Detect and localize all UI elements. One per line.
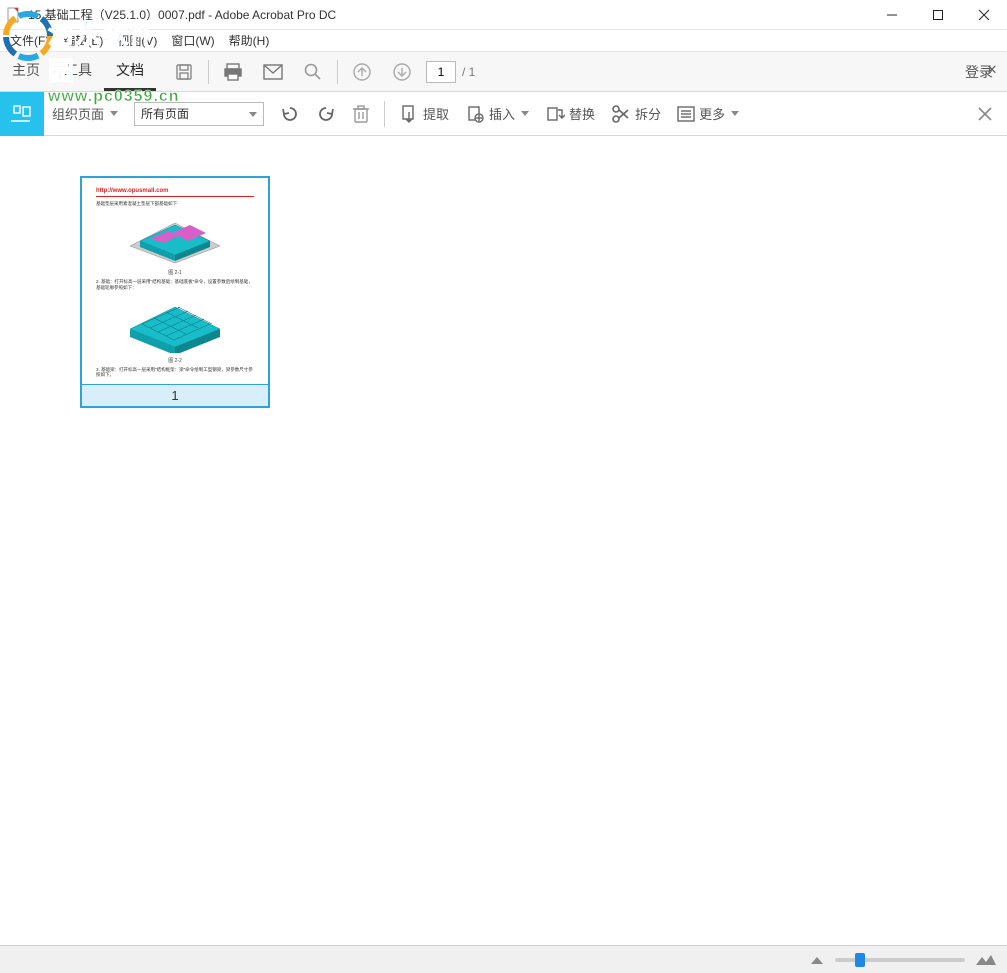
pages-pane[interactable]: http://www.opusmall.com 基础垫层采用素混凝土垫层下部基础… <box>44 136 1007 945</box>
organize-mode-icon[interactable] <box>0 92 44 136</box>
zoom-out-icon[interactable] <box>809 955 825 965</box>
insert-button[interactable]: 插入 <box>457 92 537 135</box>
thumbnail-preview: http://www.opusmall.com 基础垫层采用素混凝土垫层下部基础… <box>82 178 268 384</box>
organize-pages-dropdown[interactable]: 组织页面 <box>44 92 126 135</box>
organize-pages-label: 组织页面 <box>52 104 104 123</box>
replace-button[interactable]: 替换 <box>537 92 603 135</box>
window-title: 15.基础工程（V25.1.0）0007.pdf - Adobe Acrobat… <box>28 6 336 23</box>
menu-file[interactable]: 文件(F) <box>6 32 53 49</box>
split-button[interactable]: 拆分 <box>603 92 669 135</box>
main-toolbar: 主页 工具 文档 / 1 登录 <box>0 52 1007 92</box>
extract-label: 提取 <box>423 104 449 123</box>
content-area: http://www.opusmall.com 基础垫层采用素混凝土垫层下部基础… <box>0 136 1007 945</box>
rotate-right-button[interactable] <box>308 92 344 135</box>
doc-caption-1: 图 2-1 <box>96 269 254 276</box>
save-icon[interactable] <box>164 52 204 92</box>
page-filter-combo[interactable]: 所有页面 <box>134 102 264 126</box>
delete-button[interactable] <box>344 92 378 135</box>
page-filter-value: 所有页面 <box>141 105 189 122</box>
tab-document[interactable]: 文档 <box>104 52 156 91</box>
tab-home[interactable]: 主页 <box>0 52 52 91</box>
insert-label: 插入 <box>489 104 515 123</box>
zoom-slider-knob[interactable] <box>855 953 865 967</box>
menu-bar: 文件(F) 编辑(E) 视图(V) 窗口(W) 帮助(H) ✕ <box>0 30 1007 52</box>
email-icon[interactable] <box>253 52 293 92</box>
rotate-left-button[interactable] <box>272 92 308 135</box>
doc-header-url: http://www.opusmall.com <box>96 188 254 194</box>
more-label: 更多 <box>699 104 725 123</box>
doc-caption-2: 图 2-2 <box>96 357 254 364</box>
tab-tools[interactable]: 工具 <box>52 52 104 91</box>
search-icon[interactable] <box>293 52 333 92</box>
page-thumbnail[interactable]: http://www.opusmall.com 基础垫层采用素混凝土垫层下部基础… <box>80 176 270 408</box>
page-total: / 1 <box>462 65 475 79</box>
zoom-in-icon[interactable] <box>975 954 997 966</box>
minimize-button[interactable] <box>869 0 915 30</box>
close-panel-button[interactable] <box>963 106 1007 122</box>
maximize-button[interactable] <box>915 0 961 30</box>
page-number-input[interactable] <box>426 61 456 83</box>
title-bar: 15.基础工程（V25.1.0）0007.pdf - Adobe Acrobat… <box>0 0 1007 30</box>
extract-button[interactable]: 提取 <box>391 92 457 135</box>
replace-label: 替换 <box>569 104 595 123</box>
more-button[interactable]: 更多 <box>669 92 747 135</box>
split-label: 拆分 <box>635 104 661 123</box>
zoom-slider[interactable] <box>835 958 965 962</box>
thumbnail-page-number: 1 <box>82 384 268 406</box>
page-down-icon[interactable] <box>382 52 422 92</box>
close-window-button[interactable] <box>961 0 1007 30</box>
menu-help[interactable]: 帮助(H) <box>225 32 274 49</box>
app-icon <box>6 7 22 23</box>
tab-close-icon[interactable]: ✕ <box>977 60 1007 80</box>
menu-edit[interactable]: 编辑(E) <box>59 32 107 49</box>
organize-toolbar: 组织页面 所有页面 提取 插入 替换 拆分 更多 <box>0 92 1007 136</box>
page-up-icon[interactable] <box>342 52 382 92</box>
print-icon[interactable] <box>213 52 253 92</box>
menu-window[interactable]: 窗口(W) <box>167 32 218 49</box>
menu-view[interactable]: 视图(V) <box>113 32 161 49</box>
status-bar <box>0 945 1007 973</box>
